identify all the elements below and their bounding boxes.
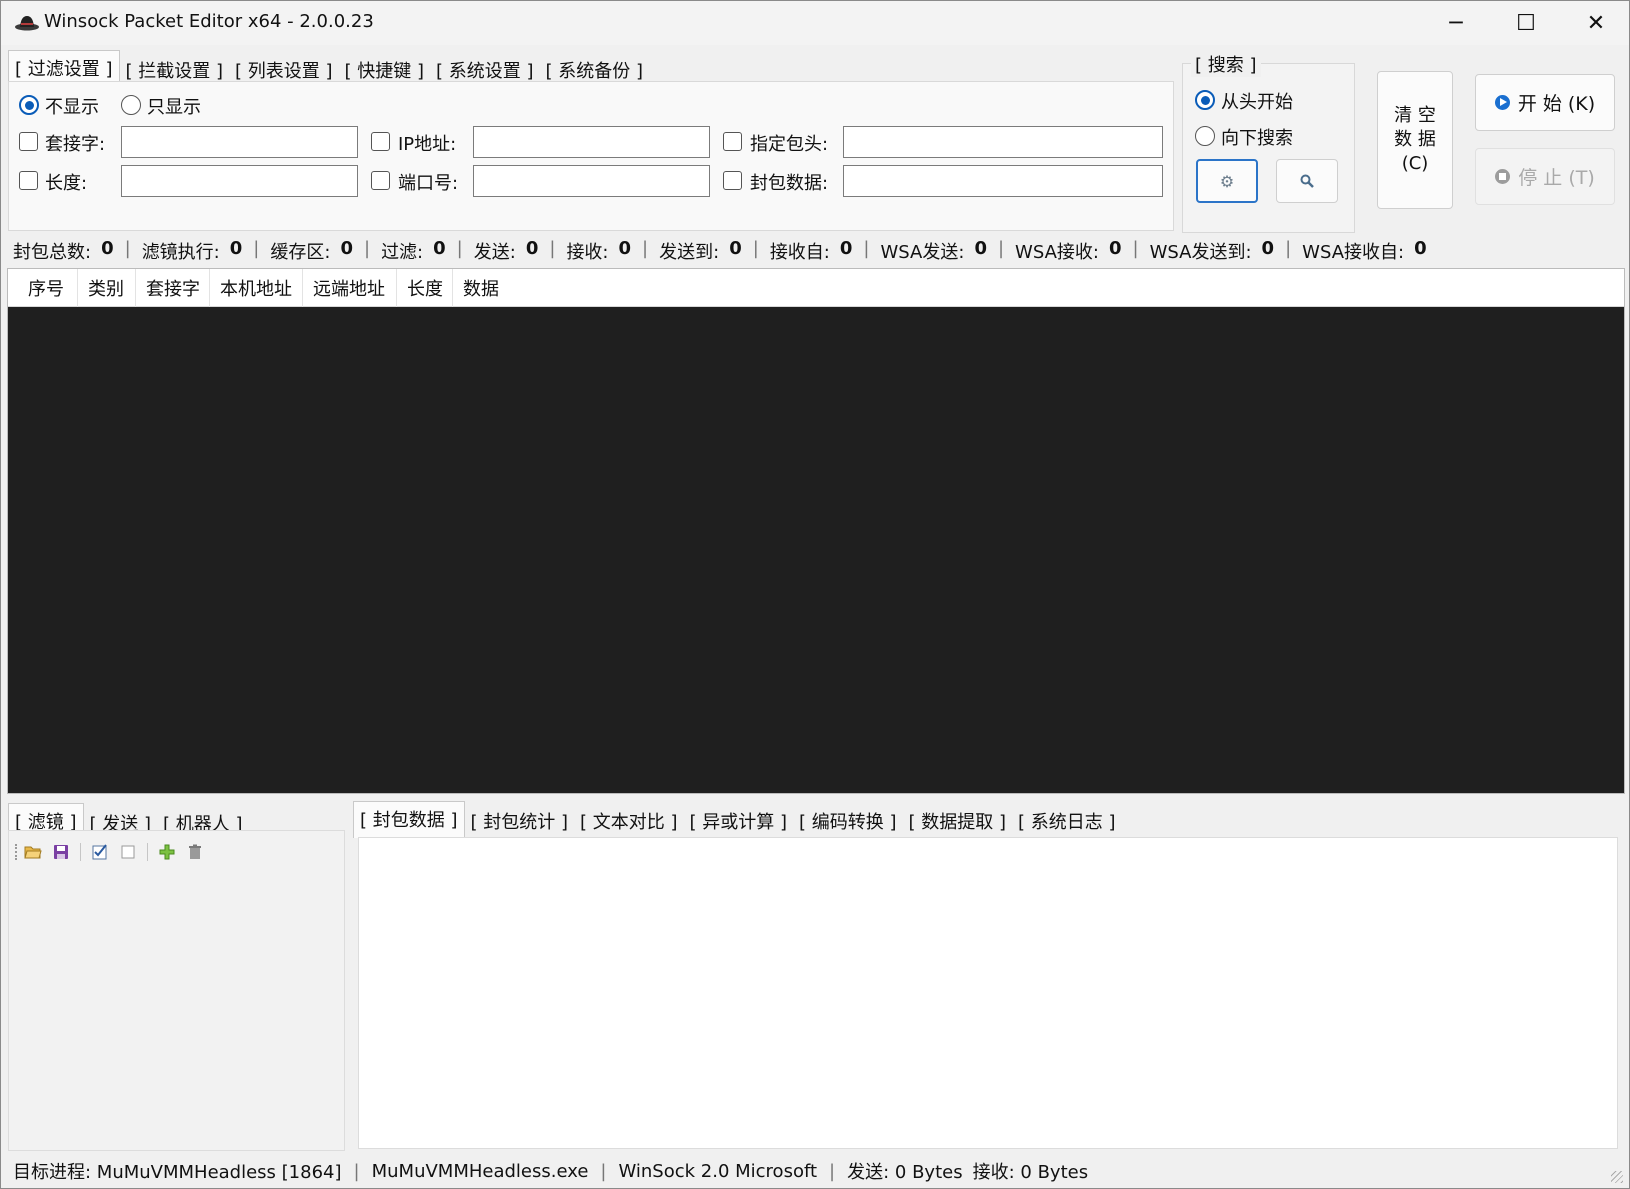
status-winsock: WinSock 2.0 Microsoft (618, 1160, 818, 1182)
column-local-address[interactable]: 本机地址 (210, 269, 303, 307)
search-settings-button[interactable]: ⚙ (1196, 159, 1258, 203)
length-checkbox[interactable] (19, 171, 38, 190)
mode-only-radio[interactable] (121, 95, 141, 115)
resize-grip[interactable] (1611, 1171, 1623, 1183)
gear-icon: ⚙ (1219, 171, 1235, 191)
tab-data-extract[interactable]: [ 数据提取 ] (903, 804, 1013, 838)
stat-filtered: 过滤: 0 (381, 238, 446, 263)
status-sent-bytes: 发送: 0 Bytes (847, 1162, 963, 1183)
tab-xor-calc[interactable]: [ 异或计算 ] (684, 804, 794, 838)
minimize-icon: ─ (1449, 10, 1463, 36)
status-bar: 目标进程: MuMuVMMHeadless [1864] | MuMuVMMHe… (1, 1153, 1629, 1188)
ip-input[interactable] (473, 126, 710, 158)
clear-data-button[interactable]: 清 空 数 据 (C) (1377, 71, 1453, 209)
socket-label: 套接字: (45, 134, 106, 155)
length-input[interactable] (121, 165, 358, 197)
port-label: 端口号: (398, 173, 459, 194)
header-input[interactable] (843, 126, 1163, 158)
stat-wsa-send: WSA发送: 0 (880, 238, 987, 263)
add-icon[interactable] (158, 843, 176, 861)
packet-data-input[interactable] (843, 165, 1163, 197)
start-button[interactable]: 开 始 (K) (1475, 74, 1615, 131)
uncheck-all-icon[interactable] (119, 843, 137, 861)
status-target-process: 目标进程: MuMuVMMHeadless [1864] (13, 1162, 342, 1183)
tab-packet-data[interactable]: [ 封包数据 ] (353, 801, 465, 838)
port-input[interactable] (473, 165, 710, 197)
stat-filter-exec: 滤镜执行: 0 (141, 238, 243, 263)
column-length[interactable]: 长度 (397, 269, 453, 307)
search-from-start-radio[interactable] (1195, 90, 1215, 110)
stats-bar: 封包总数: 0 | 滤镜执行: 0 | 缓存区: 0 | 过滤: 0 | 发送: 0 | 接收: 0 |… (13, 238, 1427, 263)
search-down-label: 向下搜索 (1221, 128, 1293, 149)
search-down-radio[interactable] (1195, 126, 1215, 146)
packet-data-label: 封包数据: (750, 173, 829, 194)
minimize-button[interactable]: ─ (1421, 1, 1491, 45)
play-icon (1494, 95, 1510, 110)
column-remote-address[interactable]: 远端地址 (303, 269, 397, 307)
window-title: Winsock Packet Editor x64 - 2.0.0.23 (44, 11, 374, 32)
length-label: 长度: (45, 173, 88, 194)
search-from-start-label: 从头开始 (1221, 92, 1293, 113)
stop-icon (1495, 169, 1511, 184)
column-data[interactable]: 数据 (453, 269, 509, 307)
status-exe: MuMuVMMHeadless.exe (371, 1160, 589, 1182)
filters-toolbar (15, 841, 214, 863)
socket-checkbox[interactable] (19, 132, 38, 151)
stop-button[interactable]: 停 止 (T) (1475, 148, 1615, 205)
search-button[interactable] (1276, 159, 1338, 203)
tab-packet-stats[interactable]: [ 封包统计 ] (465, 804, 575, 838)
maximize-button[interactable]: ☐ (1491, 1, 1561, 45)
packet-list-header: 序号 类别 套接字 本机地址 远端地址 长度 数据 (8, 269, 1624, 307)
stat-recvfrom: 接收自: 0 (769, 238, 853, 263)
toolbar-separator (147, 843, 148, 861)
header-label: 指定包头: (750, 134, 829, 155)
stat-wsa-recvfrom: WSA接收自: 0 (1302, 238, 1427, 263)
status-received-bytes: 接收: 0 Bytes (972, 1162, 1089, 1183)
socket-input[interactable] (121, 126, 358, 158)
maximize-icon: ☐ (1516, 10, 1536, 36)
filters-panel (8, 830, 345, 1151)
main-window: Winsock Packet Editor x64 - 2.0.0.23 ─ ☐… (0, 0, 1630, 1189)
tab-encoding[interactable]: [ 编码转换 ] (793, 804, 903, 838)
open-folder-icon[interactable] (24, 843, 42, 861)
save-icon[interactable] (52, 843, 70, 861)
check-all-icon[interactable] (91, 843, 109, 861)
start-label: 开 始 (K) (1517, 93, 1596, 115)
tab-system-log[interactable]: [ 系统日志 ] (1012, 804, 1122, 838)
close-icon: ✕ (1586, 10, 1606, 36)
delete-icon[interactable] (186, 843, 204, 861)
bottom-right-tabs: [ 封包数据 ] [ 封包统计 ] [ 文本对比 ] [ 异或计算 ] [ 编码… (353, 801, 1122, 838)
column-socket[interactable]: 套接字 (136, 269, 210, 307)
hat-icon (15, 16, 39, 31)
toolbar-grip (15, 844, 18, 860)
ip-label: IP地址: (398, 134, 457, 155)
mode-hide-radio[interactable] (19, 95, 39, 115)
column-type[interactable]: 类别 (78, 269, 136, 307)
stat-wsa-recv: WSA接收: 0 (1015, 238, 1122, 263)
header-checkbox[interactable] (723, 132, 742, 151)
stat-recv: 接收: 0 (566, 238, 632, 263)
tab-text-compare[interactable]: [ 文本对比 ] (574, 804, 684, 838)
search-icon (1300, 174, 1314, 188)
stat-wsa-sendto: WSA发送到: 0 (1149, 238, 1275, 263)
column-index[interactable]: 序号 (8, 269, 78, 307)
clear-data-label: 清 空 数 据 (C) (1394, 105, 1436, 174)
stat-buffer: 缓存区: 0 (270, 238, 353, 263)
mode-hide-label: 不显示 (45, 97, 99, 118)
toolbar-separator (80, 843, 81, 861)
search-group-title: [ 搜索 ] (1191, 51, 1261, 77)
stat-send: 发送: 0 (473, 238, 539, 263)
title-bar: Winsock Packet Editor x64 - 2.0.0.23 ─ ☐… (1, 1, 1629, 45)
packet-data-checkbox[interactable] (723, 171, 742, 190)
mode-only-label: 只显示 (147, 97, 201, 118)
ip-checkbox[interactable] (371, 132, 390, 151)
close-button[interactable]: ✕ (1561, 1, 1629, 45)
packet-data-view[interactable] (358, 837, 1618, 1149)
stat-sendto: 发送到: 0 (659, 238, 742, 263)
port-checkbox[interactable] (371, 171, 390, 190)
stat-total-packets: 封包总数: 0 (13, 238, 114, 263)
stop-label: 停 止 (T) (1518, 167, 1595, 189)
packet-list[interactable]: 序号 类别 套接字 本机地址 远端地址 长度 数据 (7, 268, 1625, 794)
